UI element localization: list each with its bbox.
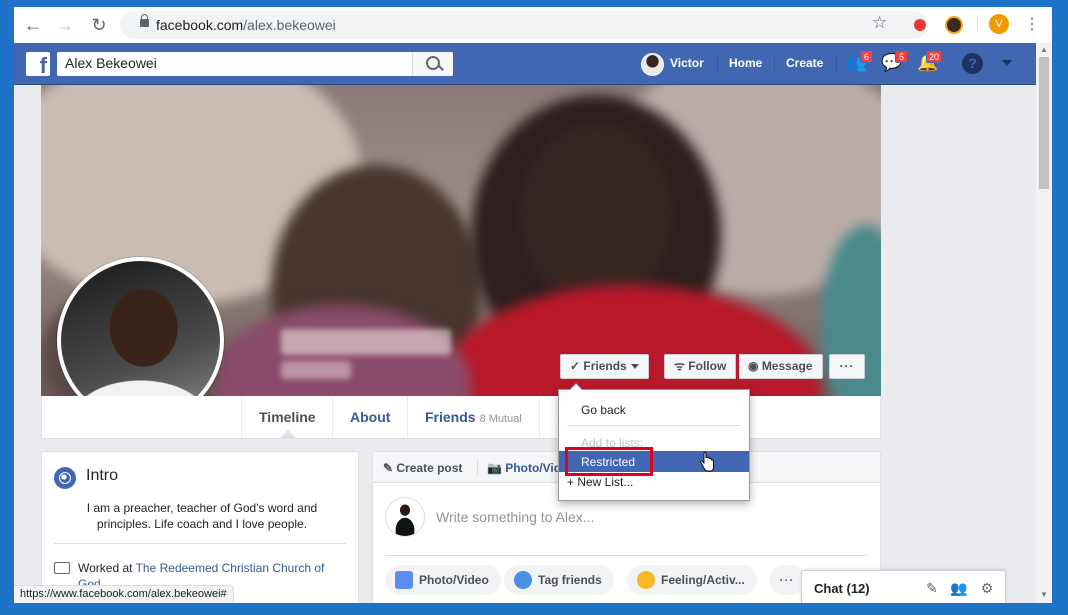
feeling-activity-button[interactable]: Feeling/Activ... bbox=[627, 565, 757, 595]
scroll-down-arrow-icon[interactable]: ▼ bbox=[1040, 590, 1048, 599]
profile-link[interactable]: Victor bbox=[670, 56, 704, 70]
address-bar[interactable]: facebook.com/alex.bekeowei bbox=[120, 11, 928, 39]
rss-icon: ᯤ bbox=[674, 359, 689, 373]
friend-requests-badge: 6 bbox=[860, 50, 873, 63]
compose-message-icon[interactable]: ✎ bbox=[923, 580, 941, 597]
messages-badge: 5 bbox=[895, 50, 908, 63]
annotation-highlight-box bbox=[565, 447, 653, 476]
composer-avatar bbox=[385, 497, 425, 537]
account-menu-caret-icon[interactable] bbox=[1002, 60, 1012, 66]
page-scrollbar[interactable]: ▲ ▼ bbox=[1036, 43, 1052, 603]
profile-tab-bar: Timeline About Friends8 Mutual F bbox=[41, 396, 881, 439]
photo-video-tab-label: Photo/Vid bbox=[505, 461, 562, 475]
friends-button-label: Friends bbox=[583, 359, 627, 373]
tab-friends-label: Friends bbox=[425, 409, 476, 425]
work-prefix: Worked at bbox=[78, 561, 136, 575]
toolbar-divider bbox=[977, 17, 978, 33]
create-post-tab[interactable]: ✎ Create post bbox=[383, 461, 462, 475]
facebook-logo-icon[interactable]: f bbox=[26, 52, 50, 76]
intro-bio: I am a preacher, teacher of God's word a… bbox=[86, 501, 318, 531]
tag-friends-label: Tag friends bbox=[538, 573, 602, 587]
briefcase-icon bbox=[54, 562, 70, 574]
back-arrow-icon[interactable]: ← bbox=[22, 15, 44, 35]
cover-name-blur bbox=[281, 329, 451, 355]
tab-timeline[interactable]: Timeline bbox=[241, 396, 333, 438]
reload-icon[interactable]: ↻ bbox=[88, 15, 110, 35]
link-status-bar: https://www.facebook.com/alex.bekeowei# bbox=[14, 585, 234, 604]
nav-create[interactable]: Create bbox=[786, 56, 823, 70]
facebook-header: f Alex Bekeowei Victor Home Create 👥 6 💬… bbox=[14, 43, 1036, 85]
check-icon: ✓ bbox=[570, 359, 584, 373]
help-icon[interactable]: ? bbox=[962, 53, 983, 74]
scroll-thumb[interactable] bbox=[1039, 57, 1049, 189]
tab-about[interactable]: About bbox=[332, 396, 407, 438]
chat-bar[interactable]: Chat (12) ✎ 👥 ⚙ bbox=[801, 570, 1006, 605]
nav-divider bbox=[836, 56, 837, 72]
tab-friends[interactable]: Friends 8 Mutual bbox=[407, 396, 539, 438]
photo-video-label: Photo/Video bbox=[419, 573, 489, 587]
more-composer-options-button[interactable]: ··· bbox=[769, 565, 805, 595]
url-path: /alex.bekeowei bbox=[243, 17, 336, 33]
message-button[interactable]: ◉ Message bbox=[739, 354, 823, 379]
user-avatar[interactable] bbox=[641, 53, 664, 76]
extension-icon[interactable] bbox=[914, 19, 926, 31]
lock-icon bbox=[140, 14, 149, 27]
feeling-activity-label: Feeling/Activ... bbox=[661, 573, 745, 587]
menu-divider bbox=[567, 425, 741, 426]
hand-cursor-icon bbox=[700, 452, 714, 472]
nav-home[interactable]: Home bbox=[729, 56, 762, 70]
more-options-button[interactable]: ··· bbox=[829, 354, 865, 379]
bookmark-star-icon[interactable]: ☆ bbox=[872, 13, 887, 33]
new-group-icon[interactable]: 👥 bbox=[950, 580, 968, 597]
messenger-icon: ◉ bbox=[748, 359, 762, 373]
globe-icon bbox=[54, 467, 76, 489]
menu-item-go-back[interactable]: Go back bbox=[559, 399, 749, 421]
cover-nickname-blur bbox=[281, 361, 351, 379]
pencil-icon: ✎ bbox=[383, 461, 397, 475]
tag-friends-button[interactable]: Tag friends bbox=[504, 565, 614, 595]
url-text: facebook.com/alex.bekeowei bbox=[156, 17, 336, 33]
scroll-up-arrow-icon[interactable]: ▲ bbox=[1040, 45, 1048, 54]
create-post-label: Create post bbox=[396, 461, 463, 475]
nav-divider bbox=[717, 56, 718, 72]
desktop-background bbox=[0, 603, 1068, 615]
browser-menu-icon[interactable]: ⋮ bbox=[1024, 14, 1040, 34]
url-host: facebook.com bbox=[156, 17, 244, 33]
intro-divider bbox=[54, 543, 346, 544]
photo-video-tab[interactable]: 📷 Photo/Vid bbox=[487, 461, 561, 475]
friends-dropdown-menu: Go back Add to lists: Restricted + New L… bbox=[558, 383, 750, 501]
forward-arrow-icon[interactable]: → bbox=[54, 15, 76, 35]
mutual-friends-count: 8 Mutual bbox=[479, 413, 522, 425]
camera-icon: 📷 bbox=[487, 461, 506, 475]
tag-friends-icon bbox=[514, 571, 532, 589]
search-icon[interactable] bbox=[412, 52, 453, 76]
nav-divider bbox=[774, 56, 775, 72]
smiley-icon bbox=[637, 571, 655, 589]
browser-profile-avatar[interactable]: V bbox=[989, 14, 1009, 34]
dropdown-pointer bbox=[569, 383, 583, 390]
search-input[interactable]: Alex Bekeowei bbox=[57, 52, 453, 76]
chat-label[interactable]: Chat (12) bbox=[814, 581, 870, 596]
composer-divider bbox=[477, 459, 478, 476]
message-button-label: Message bbox=[761, 359, 813, 373]
extension-icon[interactable] bbox=[945, 16, 963, 34]
notifications-badge: 20 bbox=[926, 50, 943, 63]
browser-toolbar: ← → ↻ facebook.com/alex.bekeowei ☆ V ⋮ bbox=[14, 7, 1052, 43]
follow-button-label: Follow bbox=[688, 359, 727, 373]
photo-icon bbox=[395, 571, 413, 589]
intro-title: Intro bbox=[86, 467, 119, 484]
composer-input[interactable]: Write something to Alex... bbox=[436, 509, 594, 525]
composer-divider bbox=[385, 555, 868, 556]
friends-button[interactable]: ✓ Friends bbox=[560, 354, 649, 379]
follow-button[interactable]: ᯤ Follow bbox=[664, 354, 737, 379]
gear-icon[interactable]: ⚙ bbox=[978, 580, 996, 597]
photo-video-button[interactable]: Photo/Video bbox=[385, 565, 501, 595]
dropdown-caret-icon bbox=[630, 364, 639, 370]
